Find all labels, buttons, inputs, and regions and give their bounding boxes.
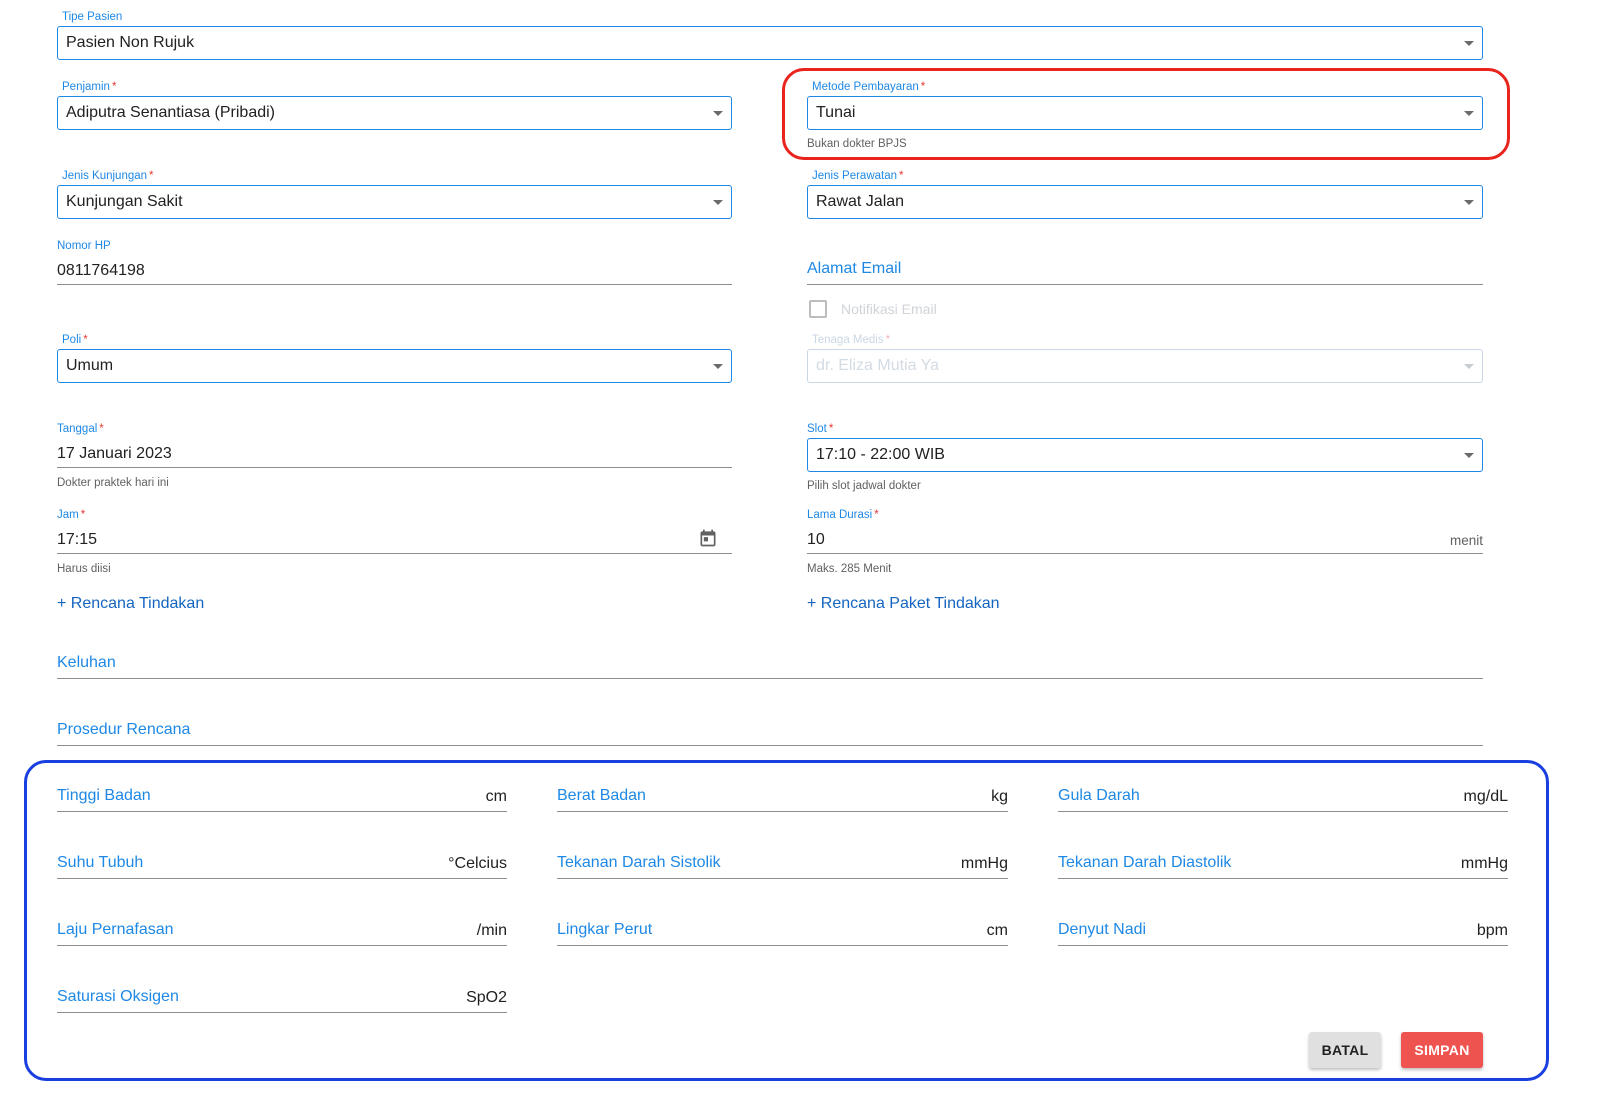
tekanan-sistolik-input[interactable]: Tekanan Darah Sistolik mmHg [557,854,1008,879]
chevron-down-icon [1464,111,1474,116]
lingkar-perut-input[interactable]: Lingkar Perut cm [557,921,1008,946]
tekanan-sistolik-unit: mmHg [960,855,1008,872]
jenis-perawatan-label: Jenis Perawatan * [812,170,904,182]
metode-pembayaran-label: Metode Pembayaran * [812,81,926,93]
tenaga-medis-label: Tenaga Medis * [812,334,891,346]
cancel-button[interactable]: BATAL [1309,1032,1381,1068]
tanggal-input[interactable]: 17 Januari 2023 [57,444,732,468]
lingkar-perut-unit: cm [986,922,1008,939]
chevron-down-icon [1464,453,1474,458]
gula-darah-input[interactable]: Gula Darah mg/dL [1058,787,1508,812]
prosedur-rencana-placeholder: Prosedur Rencana [57,721,191,738]
jam-value: 17:15 [57,531,98,548]
tinggi-badan-input[interactable]: Tinggi Badan cm [57,787,507,812]
tanggal-label: Tanggal * [57,423,104,435]
keluhan-placeholder: Keluhan [57,654,116,671]
jenis-kunjungan-select[interactable]: Kunjungan Sakit [57,185,732,219]
denyut-nadi-placeholder: Denyut Nadi [1058,921,1147,938]
prosedur-rencana-input[interactable]: Prosedur Rencana [57,721,1483,746]
laju-pernafasan-placeholder: Laju Pernafasan [57,921,174,938]
notifikasi-email-label: Notifikasi Email [841,301,937,317]
slot-helper: Pilih slot jadwal dokter [807,480,921,492]
nomor-hp-value: 0811764198 [57,262,145,279]
tekanan-sistolik-placeholder: Tekanan Darah Sistolik [557,854,721,871]
poli-label: Poli * [62,334,88,346]
laju-pernafasan-unit: /min [476,922,507,939]
penjamin-label: Penjamin * [62,81,117,93]
tipe-pasien-value: Pasien Non Rujuk [66,34,195,51]
gula-darah-placeholder: Gula Darah [1058,787,1140,804]
chevron-down-icon [713,111,723,116]
rencana-paket-tindakan-link[interactable]: + Rencana Paket Tindakan [807,594,1000,614]
denyut-nadi-unit: bpm [1476,922,1508,939]
jam-helper: Harus diisi [57,563,111,575]
alamat-email-placeholder: Alamat Email [807,260,902,277]
keluhan-input[interactable]: Keluhan [57,654,1483,679]
tinggi-badan-unit: cm [485,788,507,805]
lama-durasi-input[interactable]: 10 menit [807,530,1483,554]
suhu-tubuh-unit: °Celcius [448,855,507,872]
berat-badan-placeholder: Berat Badan [557,787,646,804]
slot-label: Slot * [807,423,834,435]
lama-durasi-helper: Maks. 285 Menit [807,563,892,575]
jam-input[interactable]: 17:15 [57,530,732,554]
chevron-down-icon [1464,364,1474,369]
saturasi-oksigen-unit: SpO2 [466,989,507,1006]
tipe-pasien-select[interactable]: Pasien Non Rujuk [57,26,1483,60]
suhu-tubuh-placeholder: Suhu Tubuh [57,854,144,871]
jenis-perawatan-select[interactable]: Rawat Jalan [807,185,1483,219]
jenis-kunjungan-label: Jenis Kunjungan * [62,170,154,182]
jenis-kunjungan-value: Kunjungan Sakit [66,193,183,210]
metode-pembayaran-select[interactable]: Tunai [807,96,1483,130]
slot-value: 17:10 - 22:00 WIB [816,446,945,463]
notifikasi-email-checkbox[interactable] [809,300,827,318]
saturasi-oksigen-input[interactable]: Saturasi Oksigen SpO2 [57,988,507,1013]
lingkar-perut-placeholder: Lingkar Perut [557,921,653,938]
tanggal-value: 17 Januari 2023 [57,445,172,462]
denyut-nadi-input[interactable]: Denyut Nadi bpm [1058,921,1508,946]
lama-durasi-label: Lama Durasi * [807,509,879,521]
calendar-icon[interactable] [698,528,718,553]
lama-durasi-value: 10 [807,531,825,548]
penjamin-select[interactable]: Adiputra Senantiasa (Pribadi) [57,96,732,130]
berat-badan-unit: kg [991,788,1008,805]
nomor-hp-input[interactable]: 0811764198 [57,261,732,285]
chevron-down-icon [713,200,723,205]
tekanan-diastolik-input[interactable]: Tekanan Darah Diastolik mmHg [1058,854,1508,879]
rencana-tindakan-link[interactable]: + Rencana Tindakan [57,594,204,614]
suhu-tubuh-input[interactable]: Suhu Tubuh °Celcius [57,854,507,879]
penjamin-value: Adiputra Senantiasa (Pribadi) [66,104,276,121]
tipe-pasien-label: Tipe Pasien [62,11,123,23]
slot-select[interactable]: 17:10 - 22:00 WIB [807,438,1483,472]
chevron-down-icon [1464,200,1474,205]
tinggi-badan-placeholder: Tinggi Badan [57,787,151,804]
tekanan-diastolik-unit: mmHg [1460,855,1508,872]
gula-darah-unit: mg/dL [1463,788,1508,805]
metode-pembayaran-value: Tunai [816,104,856,121]
metode-pembayaran-helper: Bukan dokter BPJS [807,138,907,150]
poli-select[interactable]: Umum [57,349,732,383]
alamat-email-input[interactable]: Alamat Email [807,260,1483,285]
tenaga-medis-value: dr. Eliza Mutia Ya [816,357,940,374]
tanggal-helper: Dokter praktek hari ini [57,477,169,489]
tekanan-diastolik-placeholder: Tekanan Darah Diastolik [1058,854,1232,871]
berat-badan-input[interactable]: Berat Badan kg [557,787,1008,812]
lama-durasi-unit: menit [1449,533,1483,548]
poli-value: Umum [66,357,114,374]
save-button[interactable]: SIMPAN [1401,1032,1483,1068]
chevron-down-icon [713,364,723,369]
saturasi-oksigen-placeholder: Saturasi Oksigen [57,988,179,1005]
laju-pernafasan-input[interactable]: Laju Pernafasan /min [57,921,507,946]
nomor-hp-label: Nomor HP [57,240,111,252]
jam-label: Jam * [57,509,86,521]
chevron-down-icon [1464,41,1474,46]
tenaga-medis-select[interactable]: dr. Eliza Mutia Ya [807,349,1483,383]
jenis-perawatan-value: Rawat Jalan [816,193,905,210]
